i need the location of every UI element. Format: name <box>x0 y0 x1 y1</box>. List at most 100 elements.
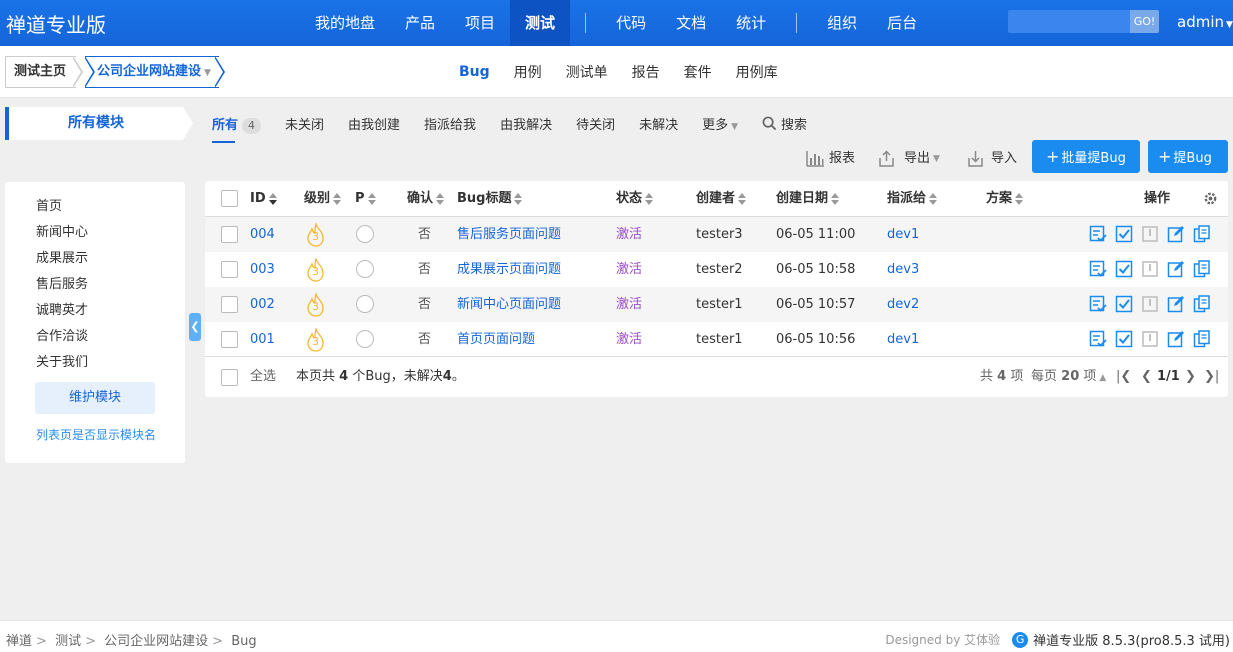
designed-by[interactable]: Designed by 艾体验 <box>885 631 1000 648</box>
nav-my[interactable]: 我的地盘 <box>300 0 390 46</box>
confirm-bug-icon[interactable] <box>1089 330 1107 348</box>
filter-all[interactable]: 所有 4 <box>212 114 262 143</box>
bug-id[interactable]: 004 <box>250 217 275 252</box>
nav-project[interactable]: 项目 <box>450 0 510 46</box>
bug-title-link[interactable]: 新闻中心页面问题 <box>457 287 561 322</box>
module-jobs[interactable]: 诚聘英才 <box>36 299 88 318</box>
filter-unclosed[interactable]: 未关闭 <box>285 114 324 133</box>
test-home-crumb[interactable]: 测试主页 <box>5 56 77 88</box>
module-about[interactable]: 关于我们 <box>36 351 88 370</box>
last-page-button[interactable]: ❯| <box>1204 365 1219 389</box>
search-go-button[interactable]: GO! <box>1130 10 1159 33</box>
col-title[interactable]: Bug标题 <box>457 181 523 216</box>
module-cooperation[interactable]: 合作洽谈 <box>36 325 88 344</box>
nav-test[interactable]: 测试 <box>510 0 571 46</box>
table-row[interactable]: 002 3 否 新闻中心页面问题 激活 tester1 06-05 10:57 dev2 <box>205 287 1228 322</box>
create-bug-button[interactable]: + 提Bug <box>1148 140 1228 173</box>
copy-bug-icon[interactable] <box>1193 330 1211 348</box>
nav-org[interactable]: 组织 <box>812 0 872 46</box>
table-row[interactable]: 004 3 否 售后服务页面问题 激活 tester3 06-05 11:00 dev1 <box>205 217 1228 252</box>
col-confirmed[interactable]: 确认 <box>407 181 445 216</box>
show-module-name-link[interactable]: 列表页是否显示模块名 <box>36 426 156 443</box>
bug-id[interactable]: 003 <box>250 252 275 287</box>
crumb-test[interactable]: 测试 <box>55 634 81 649</box>
table-row[interactable]: 003 3 否 成果展示页面问题 激活 tester2 06-05 10:58 dev3 <box>205 252 1228 287</box>
row-checkbox[interactable] <box>221 226 238 243</box>
copy-bug-icon[interactable] <box>1193 260 1211 278</box>
assigned-to-link[interactable]: dev1 <box>887 322 919 357</box>
export-button[interactable]: 导出 ▼ <box>877 146 940 172</box>
assigned-to-link[interactable]: dev1 <box>887 217 919 252</box>
gear-icon[interactable] <box>1203 191 1218 206</box>
nav-code[interactable]: 代码 <box>601 0 661 46</box>
module-home[interactable]: 首页 <box>36 195 62 214</box>
search-input[interactable] <box>1008 10 1130 33</box>
row-checkbox[interactable] <box>221 261 238 278</box>
nav-product[interactable]: 产品 <box>390 0 450 46</box>
filter-assigned-to-me[interactable]: 指派给我 <box>424 114 476 133</box>
module-service[interactable]: 售后服务 <box>36 273 88 292</box>
confirm-bug-icon[interactable] <box>1089 295 1107 313</box>
crumb-zentao[interactable]: 禅道 <box>6 634 32 649</box>
collapse-sidebar-toggle[interactable]: ❮ <box>189 313 201 341</box>
confirm-bug-icon[interactable] <box>1089 225 1107 243</box>
filter-resolved-by-me[interactable]: 由我解决 <box>500 114 552 133</box>
nav-admin[interactable]: 后台 <box>872 0 932 46</box>
select-all-checkbox[interactable] <box>221 369 238 386</box>
tab-suite[interactable]: 套件 <box>672 62 724 82</box>
per-page-selector[interactable]: 每页 20 项 ▲ <box>1031 365 1106 389</box>
bug-id[interactable]: 001 <box>250 322 275 357</box>
crumb-product[interactable]: 公司企业网站建设 <box>104 634 208 649</box>
assigned-to-link[interactable]: dev2 <box>887 287 919 322</box>
filter-more[interactable]: 更多 ▼ <box>702 114 738 133</box>
version-info[interactable]: 禅道专业版 8.5.3(pro8.5.3 试用) <box>1033 630 1230 649</box>
row-checkbox[interactable] <box>221 296 238 313</box>
resolve-bug-icon[interactable] <box>1115 260 1133 278</box>
search-toggle[interactable]: 搜索 <box>762 114 807 133</box>
tab-case[interactable]: 用例 <box>502 62 554 82</box>
product-switcher[interactable]: 公司企业网站建设 ▼ <box>85 56 219 88</box>
nav-stat[interactable]: 统计 <box>721 0 781 46</box>
all-modules-button[interactable]: 所有模块 <box>5 107 183 140</box>
select-all-checkbox-header[interactable] <box>221 190 238 207</box>
nav-doc[interactable]: 文档 <box>661 0 721 46</box>
col-status[interactable]: 状态 <box>616 181 654 216</box>
confirm-bug-icon[interactable] <box>1089 260 1107 278</box>
resolve-bug-icon[interactable] <box>1115 330 1133 348</box>
tab-report[interactable]: 报告 <box>620 62 672 82</box>
import-button[interactable]: 导入 <box>966 146 1017 172</box>
tab-caselib[interactable]: 用例库 <box>724 62 790 82</box>
tab-bug[interactable]: Bug <box>447 64 502 80</box>
edit-bug-icon[interactable] <box>1167 330 1185 348</box>
resolve-bug-icon[interactable] <box>1115 295 1133 313</box>
assigned-to-link[interactable]: dev3 <box>887 252 919 287</box>
next-page-button[interactable]: ❯ <box>1185 365 1196 389</box>
bug-title-link[interactable]: 成果展示页面问题 <box>457 252 561 287</box>
edit-bug-icon[interactable] <box>1167 225 1185 243</box>
maintain-module-button[interactable]: 维护模块 <box>35 382 155 414</box>
filter-to-close[interactable]: 待关闭 <box>576 114 615 133</box>
module-showcase[interactable]: 成果展示 <box>36 247 88 266</box>
col-id[interactable]: ID <box>250 181 277 216</box>
col-resolution[interactable]: 方案 <box>986 181 1024 216</box>
resolve-bug-icon[interactable] <box>1115 225 1133 243</box>
copy-bug-icon[interactable] <box>1193 225 1211 243</box>
select-all-label[interactable]: 全选 <box>250 365 276 389</box>
bug-title-link[interactable]: 售后服务页面问题 <box>457 217 561 252</box>
table-row[interactable]: 001 3 否 首页页面问题 激活 tester1 06-05 10:56 dev1 <box>205 322 1228 357</box>
bug-title-link[interactable]: 首页页面问题 <box>457 322 535 357</box>
col-created[interactable]: 创建日期 <box>776 181 840 216</box>
module-news[interactable]: 新闻中心 <box>36 221 88 240</box>
edit-bug-icon[interactable] <box>1167 295 1185 313</box>
user-menu[interactable]: admin ▼ <box>1177 13 1233 31</box>
filter-unresolved[interactable]: 未解决 <box>639 114 678 133</box>
row-checkbox[interactable] <box>221 331 238 348</box>
copy-bug-icon[interactable] <box>1193 295 1211 313</box>
report-button[interactable]: 报表 <box>805 146 855 172</box>
col-assigned[interactable]: 指派给 <box>887 181 938 216</box>
first-page-button[interactable]: |❮ <box>1116 365 1131 389</box>
tab-testtask[interactable]: 测试单 <box>554 62 620 82</box>
col-pri[interactable]: P <box>355 181 376 216</box>
col-severity[interactable]: 级别 <box>304 181 342 216</box>
edit-bug-icon[interactable] <box>1167 260 1185 278</box>
